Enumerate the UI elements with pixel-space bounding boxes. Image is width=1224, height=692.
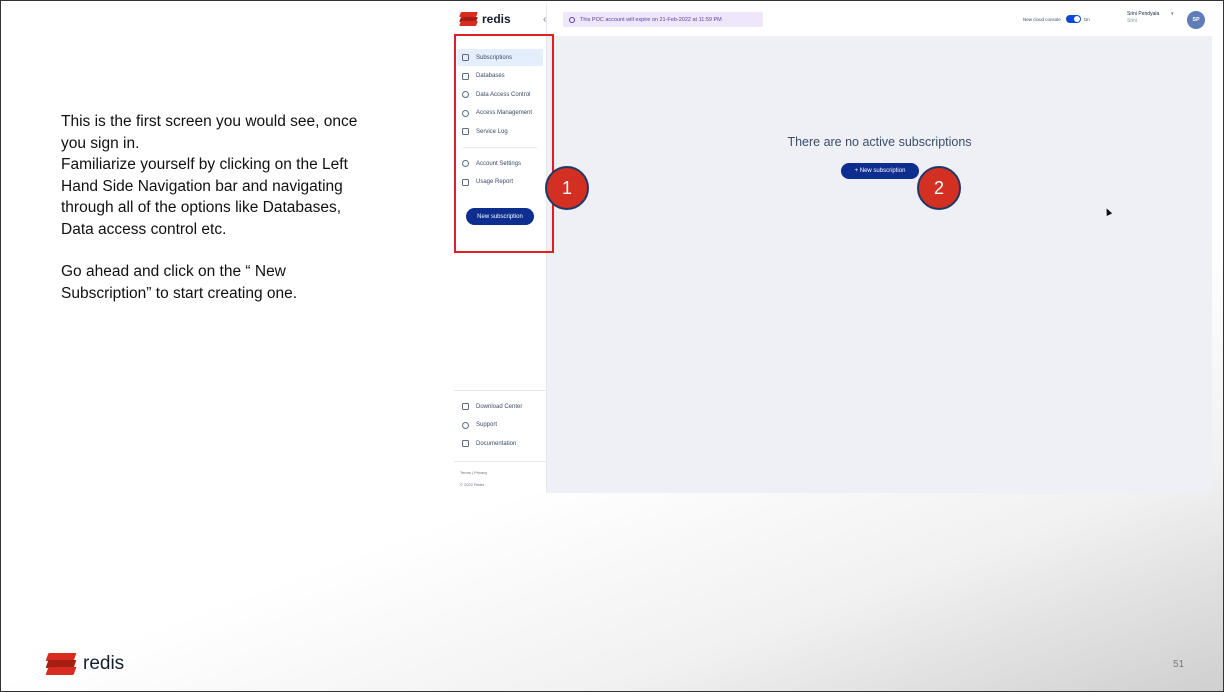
callout-1: 1 — [545, 166, 589, 210]
user-name: Srini Pendyala — [1127, 11, 1160, 17]
app-screenshot: redis ‹ Subscriptions Databases Data Acc… — [454, 4, 1212, 493]
collapse-sidebar-icon[interactable]: ‹ — [543, 14, 546, 25]
instruction-line: Go ahead and click on the “ New — [61, 263, 286, 280]
sidebar-item-download-center[interactable]: Download Center — [457, 398, 543, 415]
sidebar-highlight-box — [454, 34, 554, 253]
sidebar-item-documentation[interactable]: Documentation — [457, 435, 543, 452]
instruction-line: through all of the options like Database… — [61, 199, 342, 216]
callout-2: 2 — [917, 166, 961, 210]
main-content: There are no active subscriptions + New … — [547, 36, 1212, 493]
slide-instructions: This is the first screen you would see, … — [61, 111, 401, 304]
instruction-line: Hand Side Navigation bar and navigating — [61, 177, 343, 195]
instruction-line: Subscription” to start creating one. — [61, 284, 298, 302]
instruction-line: Data access control etc. — [61, 220, 227, 238]
terms-privacy-links[interactable]: Terms | Privacy — [460, 470, 487, 475]
app-logo-text: redis — [482, 12, 511, 26]
sidebar-item-support[interactable]: Support — [457, 417, 543, 434]
page-number: 51 — [1173, 659, 1185, 670]
slide-brand: redis — [45, 653, 125, 675]
banner-text: This POC account will expire on 21-Feb-2… — [580, 16, 722, 23]
document-icon — [462, 440, 469, 448]
avatar[interactable]: SP — [1187, 11, 1205, 29]
support-icon — [462, 421, 469, 429]
top-bar: This POC account will expire on 21-Feb-2… — [547, 4, 1212, 36]
sidebar-item-label: Support — [476, 422, 498, 429]
sidebar-divider — [454, 461, 547, 462]
redis-logo-icon — [459, 12, 478, 26]
sidebar-item-label: Download Center — [476, 403, 523, 410]
sidebar-bottom-nav: Download Center Support Documentation — [457, 398, 543, 454]
empty-state-title: There are no active subscriptions — [787, 135, 972, 149]
sidebar-divider — [454, 390, 547, 391]
instruction-line: you sign in. — [61, 134, 140, 152]
redis-logo-icon — [45, 653, 77, 675]
copyright: © 2022 Redis — [460, 482, 485, 487]
new-subscription-button[interactable]: + New subscription — [841, 163, 919, 179]
download-icon — [462, 403, 469, 410]
poc-expiry-banner: This POC account will expire on 21-Feb-2… — [563, 12, 763, 27]
brand-text: redis — [83, 653, 125, 674]
console-label: New cloud console — [1023, 16, 1061, 22]
instruction-line: Familiarize yourself by clicking on the … — [61, 156, 348, 173]
chevron-down-icon[interactable]: ▾ — [1171, 11, 1174, 17]
user-menu[interactable]: Srini Pendyala Srini — [1127, 11, 1159, 25]
console-toggle[interactable] — [1065, 15, 1081, 23]
app-logo[interactable]: redis — [459, 12, 511, 26]
new-console-toggle-group: New cloud console On — [1023, 15, 1090, 23]
user-account: Srini — [1127, 18, 1138, 24]
mouse-cursor-icon — [1103, 207, 1113, 216]
sidebar-item-label: Documentation — [476, 440, 517, 447]
instruction-line: This is the first screen you would see, … — [61, 113, 358, 130]
clock-icon — [569, 16, 575, 23]
console-state: On — [1083, 16, 1090, 22]
